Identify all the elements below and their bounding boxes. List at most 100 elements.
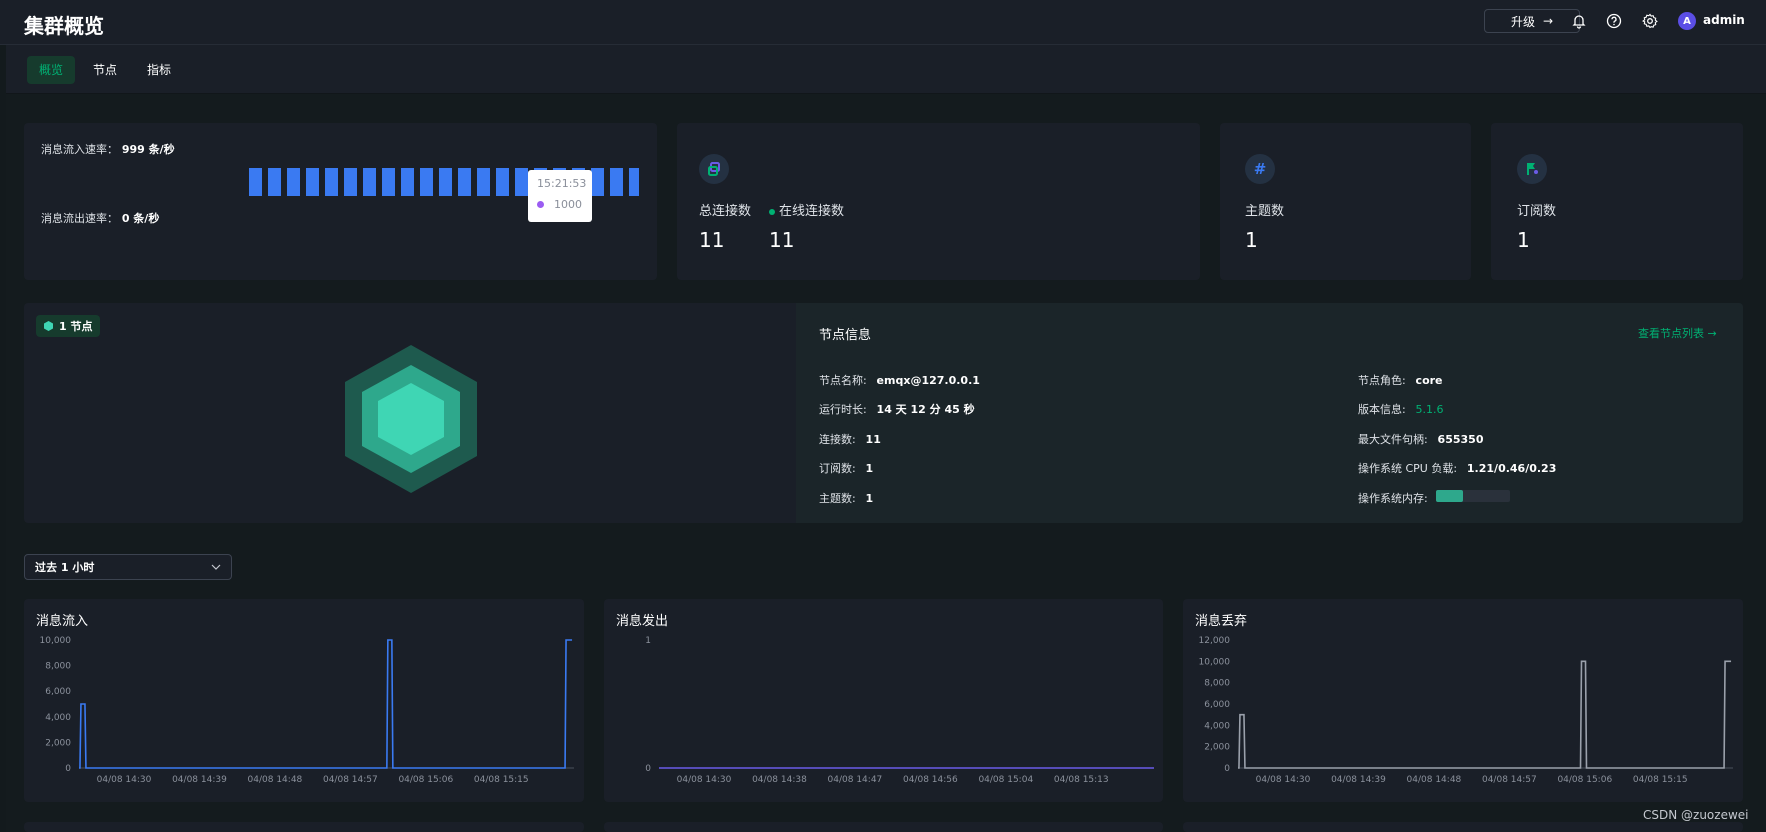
topics-value: 1 <box>1245 228 1258 252</box>
online-connections-label: 在线连接数 <box>779 204 845 219</box>
sparkline-bar <box>382 168 395 196</box>
y-tick-label: 6,000 <box>45 687 71 697</box>
node-name-value: emqx@127.0.0.1 <box>876 374 980 387</box>
x-tick-label: 04/08 14:57 <box>1482 775 1537 785</box>
x-tick-label: 04/08 14:48 <box>248 775 303 785</box>
x-tick-label: 04/08 14:47 <box>828 775 883 785</box>
y-tick-label: 6,000 <box>1204 700 1230 710</box>
tooltip-value: 1000 <box>554 198 582 211</box>
sparkline-bar <box>439 168 452 196</box>
node-role-label: 节点角色: <box>1358 374 1406 387</box>
sparkline-bar <box>325 168 338 196</box>
watermark: CSDN @zuozewei <box>1643 808 1749 822</box>
memory-bar <box>1436 490 1510 502</box>
tab-overview[interactable]: 概览 <box>27 56 76 84</box>
sparkline-bar <box>249 168 262 196</box>
sparkline-bar <box>420 168 433 196</box>
y-tick-label: 12,000 <box>1199 636 1231 646</box>
messages-in-chart[interactable]: 0 2,000 4,000 6,000 8,000 10,000 04/08 14:30 04… <box>24 630 584 800</box>
tab-metrics[interactable]: 指标 <box>135 56 183 84</box>
chart-title-in: 消息流入 <box>36 614 89 629</box>
node-topics-label: 主题数: <box>819 492 856 505</box>
chart-card-next-1 <box>24 822 584 832</box>
x-tick-label: 04/08 14:56 <box>903 775 958 785</box>
sparkline-bar <box>629 168 639 196</box>
x-tick-label: 04/08 14:30 <box>1256 775 1311 785</box>
sparkline-bar <box>591 168 604 196</box>
help-icon[interactable] <box>1604 11 1624 31</box>
sparkline-bar <box>306 168 319 196</box>
node-count-text: 1 节点 <box>59 320 93 333</box>
in-rate-label: 消息流入速率： <box>41 143 118 156</box>
username[interactable]: admin <box>1703 13 1745 27</box>
connection-icon <box>699 154 729 184</box>
subscriptions-label: 订阅数 <box>1517 204 1557 219</box>
subscriptions-value: 1 <box>1517 228 1530 252</box>
arrow-right-icon: → <box>1542 14 1554 28</box>
messages-dropped-chart[interactable]: 0 2,000 4,000 6,000 8,000 10,000 12,000 04/08 1… <box>1183 630 1743 800</box>
x-tick-label: 04/08 14:39 <box>172 775 227 785</box>
version-value: 5.1.6 <box>1415 403 1444 416</box>
tabs-bar <box>6 45 1766 94</box>
y-tick-label: 8,000 <box>45 662 71 672</box>
view-node-list-label: 查看节点列表 <box>1638 327 1704 340</box>
view-node-list-link[interactable]: 查看节点列表 → <box>1638 325 1717 341</box>
x-tick-label: 04/08 15:13 <box>1054 775 1109 785</box>
x-tick-label: 04/08 15:06 <box>1557 775 1612 785</box>
x-tick-label: 04/08 15:04 <box>978 775 1033 785</box>
connections-card <box>677 123 1200 280</box>
arrow-right-icon: → <box>1707 327 1717 340</box>
sparkline-bar <box>401 168 414 196</box>
x-tick-label: 04/08 14:39 <box>1331 775 1386 785</box>
max-fds-label: 最大文件句柄: <box>1358 433 1428 446</box>
hexagon-icon <box>44 321 53 331</box>
messages-out-chart[interactable]: 0 1 04/08 14:30 04/08 14:38 04/08 14:47 04/08… <box>604 630 1163 800</box>
node-subscriptions-label: 订阅数: <box>819 462 856 475</box>
y-tick-label: 0 <box>645 764 651 774</box>
tab-nodes[interactable]: 节点 <box>81 56 129 84</box>
version-label: 版本信息: <box>1358 403 1406 416</box>
y-tick-label: 4,000 <box>1204 721 1230 731</box>
node-subscriptions-value: 1 <box>865 462 874 475</box>
total-connections-label: 总连接数 <box>699 204 752 219</box>
sparkline-bar <box>287 168 300 196</box>
sparkline-bar <box>610 168 623 196</box>
cpu-load-label: 操作系统 CPU 负载: <box>1358 462 1458 475</box>
x-tick-label: 04/08 15:06 <box>398 775 453 785</box>
series-line <box>1238 660 1732 769</box>
node-hexagon[interactable] <box>345 345 477 493</box>
chevron-down-icon <box>211 564 221 570</box>
uptime-value: 14 天 12 分 45 秒 <box>876 403 975 416</box>
y-tick-label: 10,000 <box>40 636 72 646</box>
online-status-dot <box>769 208 775 215</box>
y-tick-label: 10,000 <box>1199 657 1231 667</box>
sparkline-bar <box>458 168 471 196</box>
sparkline-bar <box>268 168 281 196</box>
gear-icon[interactable] <box>1640 11 1660 31</box>
node-count-badge: 1 节点 <box>36 315 101 337</box>
x-tick-label: 04/08 15:15 <box>474 775 529 785</box>
sparkline-bar <box>515 168 528 196</box>
sparkline-tooltip: 15:21:53 1000 <box>528 170 592 222</box>
y-tick-label: 2,000 <box>1204 743 1230 753</box>
upgrade-button[interactable]: 升级 → <box>1484 9 1580 33</box>
avatar[interactable]: A <box>1678 12 1696 30</box>
cpu-load-value: 1.21/0.46/0.23 <box>1466 462 1557 475</box>
out-rate-label: 消息流出速率： <box>41 212 118 225</box>
tooltip-series-dot <box>537 201 544 208</box>
node-connections-label: 连接数: <box>819 433 856 446</box>
y-tick-label: 1 <box>645 636 651 646</box>
sparkline-bar <box>363 168 376 196</box>
x-tick-label: 04/08 14:57 <box>323 775 378 785</box>
series-line <box>79 639 573 769</box>
y-tick-label: 8,000 <box>1204 679 1230 689</box>
time-range-value: 过去 1 小时 <box>35 561 95 574</box>
time-range-select[interactable]: 过去 1 小时 <box>24 554 232 580</box>
hash-icon: # <box>1245 154 1275 184</box>
page-title: 集群概览 <box>24 14 104 38</box>
chart-title-out: 消息发出 <box>616 614 669 629</box>
bell-icon[interactable] <box>1569 11 1589 31</box>
y-tick-label: 4,000 <box>45 713 71 723</box>
y-tick-label: 0 <box>65 764 71 774</box>
uptime-label: 运行时长: <box>819 403 867 416</box>
